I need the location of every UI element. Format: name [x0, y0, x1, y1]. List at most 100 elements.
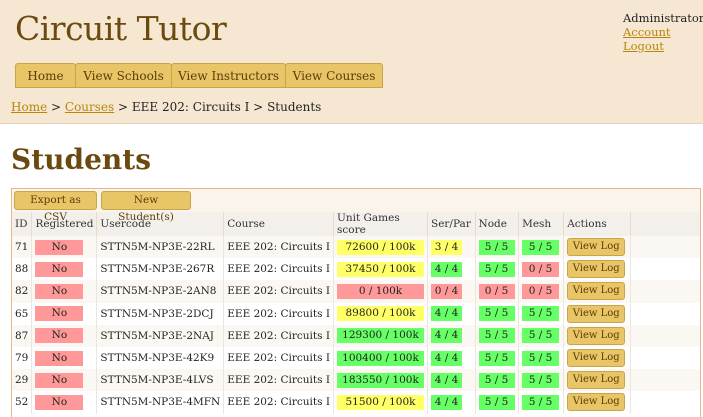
ser-par-badge: 4 / 4 — [431, 261, 462, 277]
cell-usercode: STTN5M-NP3E-2AN8 — [96, 280, 225, 303]
score-badge: 37450 / 100k — [337, 261, 424, 277]
cell-usercode: STTN5M-NP3E-2DCJ — [96, 302, 225, 325]
breadcrumb-current: Students — [267, 100, 322, 114]
cell-ser-par: 4 / 4 — [427, 369, 476, 392]
cell-course: EEE 202: Circuits I — [223, 280, 334, 303]
breadcrumb-courses-link[interactable]: Courses — [65, 100, 114, 114]
cell-mesh: 5 / 5 — [518, 236, 565, 259]
mesh-badge: 5 / 5 — [522, 239, 560, 255]
nav-tab-view-courses[interactable]: View Courses — [285, 63, 383, 88]
nav-tab-home[interactable]: Home — [15, 63, 76, 88]
cell-mesh: 5 / 5 — [518, 324, 565, 347]
cell-actions: View Log — [563, 324, 631, 347]
registered-badge: No — [35, 350, 84, 366]
cell-actions: View Log — [563, 369, 631, 392]
breadcrumb-course: EEE 202: Circuits I — [131, 100, 250, 114]
column-header-node[interactable]: Node — [475, 212, 520, 236]
view-log-button[interactable]: View Log — [567, 326, 626, 345]
page-header: Circuit Tutor Administrator Account Logo… — [0, 0, 703, 124]
ser-par-badge: 4 / 4 — [431, 328, 462, 344]
column-header-id[interactable]: ID — [12, 212, 33, 236]
cell-course: EEE 202: Circuits I — [223, 236, 334, 259]
registered-badge: No — [35, 261, 84, 277]
nav-tab-view-instructors[interactable]: View Instructors — [171, 63, 286, 88]
column-header-ser-par[interactable]: Ser/Par — [427, 212, 476, 236]
cell-actions: View Log — [563, 258, 631, 281]
view-log-button[interactable]: View Log — [567, 371, 626, 390]
score-badge: 183550 / 100k — [337, 372, 424, 388]
main-nav: Home View Schools View Instructors View … — [15, 63, 383, 88]
table-row: 71 No STTN5M-NP3E-22RL EEE 202: Circuits I7… — [12, 236, 700, 259]
cell-score: 0 / 100k — [333, 280, 428, 303]
logout-link[interactable]: Logout — [623, 39, 703, 53]
cell-node: 5 / 5 — [475, 236, 520, 259]
students-panel: Export as CSV New Student(s) ID Register… — [11, 188, 701, 417]
cell-course: EEE 202: Circuits I — [223, 391, 334, 414]
cell-registered: No — [31, 391, 98, 414]
mesh-badge: 5 / 5 — [522, 372, 560, 388]
view-log-button[interactable]: View Log — [567, 393, 626, 412]
students-toolbar: Export as CSV New Student(s) — [12, 189, 700, 223]
cell-node: 0 / 5 — [475, 280, 520, 303]
cell-node: 5 / 5 — [475, 258, 520, 281]
score-badge: 100400 / 100k — [337, 350, 424, 366]
score-badge: 72600 / 100k — [337, 239, 424, 255]
export-csv-button[interactable]: Export as CSV — [14, 191, 97, 223]
cell-course: EEE 202: Circuits I — [223, 369, 334, 392]
ser-par-badge: 3 / 4 — [431, 239, 462, 255]
view-log-button[interactable]: View Log — [567, 260, 626, 279]
breadcrumb-home-link[interactable]: Home — [11, 100, 47, 114]
table-row: 87 No STTN5M-NP3E-2NAJ EEE 202: Circuits I1… — [12, 324, 700, 347]
column-header-mesh[interactable]: Mesh — [518, 212, 565, 236]
nav-tab-view-schools[interactable]: View Schools — [75, 63, 172, 88]
registered-badge: No — [35, 239, 84, 255]
new-students-button[interactable]: New Student(s) — [101, 191, 191, 223]
cell-ser-par: 3 / 4 — [427, 236, 476, 259]
cell-score: 51500 / 100k — [333, 391, 428, 414]
registered-badge: No — [35, 306, 84, 322]
table-row: 29 No STTN5M-NP3E-4LVS EEE 202: Circuits I1… — [12, 369, 700, 392]
cell-course: EEE 202: Circuits I — [223, 324, 334, 347]
cell-id: 88 — [12, 258, 33, 281]
column-header-actions: Actions — [563, 212, 631, 236]
cell-course: EEE 202: Circuits I — [223, 258, 334, 281]
registered-badge: No — [35, 283, 84, 299]
score-badge: 129300 / 100k — [337, 328, 424, 344]
view-log-button[interactable]: View Log — [567, 349, 626, 368]
cell-node: 5 / 5 — [475, 391, 520, 414]
cell-score: 183550 / 100k — [333, 369, 428, 392]
score-badge: 0 / 100k — [337, 283, 424, 299]
cell-ser-par: 4 / 4 — [427, 324, 476, 347]
view-log-button[interactable]: View Log — [567, 282, 626, 301]
cell-node: 5 / 5 — [475, 346, 520, 370]
cell-score: 100400 / 100k — [333, 346, 428, 370]
mesh-badge: 0 / 5 — [522, 283, 560, 299]
cell-mesh: 0 / 5 — [518, 280, 565, 303]
students-table-body: 71 No STTN5M-NP3E-22RL EEE 202: Circuits I7… — [12, 236, 700, 414]
cell-course: EEE 202: Circuits I — [223, 302, 334, 325]
score-badge: 51500 / 100k — [337, 394, 424, 410]
cell-node: 5 / 5 — [475, 302, 520, 325]
cell-id: 87 — [12, 324, 33, 347]
breadcrumb: Home > Courses > EEE 202: Circuits I > S… — [11, 100, 321, 114]
cell-usercode: STTN5M-NP3E-267R — [96, 258, 225, 281]
breadcrumb-separator: > — [118, 100, 129, 114]
cell-actions: View Log — [563, 280, 631, 303]
cell-score: 72600 / 100k — [333, 236, 428, 259]
table-row: 82 No STTN5M-NP3E-2AN8 EEE 202: Circuits I0… — [12, 280, 700, 303]
view-log-button[interactable]: View Log — [567, 304, 626, 323]
table-header-row: ID Registered Usercode Course Unit Games… — [12, 212, 700, 236]
view-log-button[interactable]: View Log — [567, 238, 626, 257]
cell-registered: No — [31, 369, 98, 392]
cell-node: 5 / 5 — [475, 369, 520, 392]
table-row: 52 No STTN5M-NP3E-4MFN EEE 202: Circuits I5… — [12, 391, 700, 414]
account-link[interactable]: Account — [623, 25, 703, 39]
cell-registered: No — [31, 280, 98, 303]
node-badge: 5 / 5 — [478, 394, 515, 410]
cell-mesh: 5 / 5 — [518, 346, 565, 370]
column-header-course[interactable]: Course — [223, 212, 334, 236]
node-badge: 5 / 5 — [478, 261, 515, 277]
column-header-unit-games-score[interactable]: Unit Games score — [333, 212, 428, 236]
cell-spacer — [630, 324, 700, 347]
cell-usercode: STTN5M-NP3E-4MFN — [96, 391, 225, 414]
